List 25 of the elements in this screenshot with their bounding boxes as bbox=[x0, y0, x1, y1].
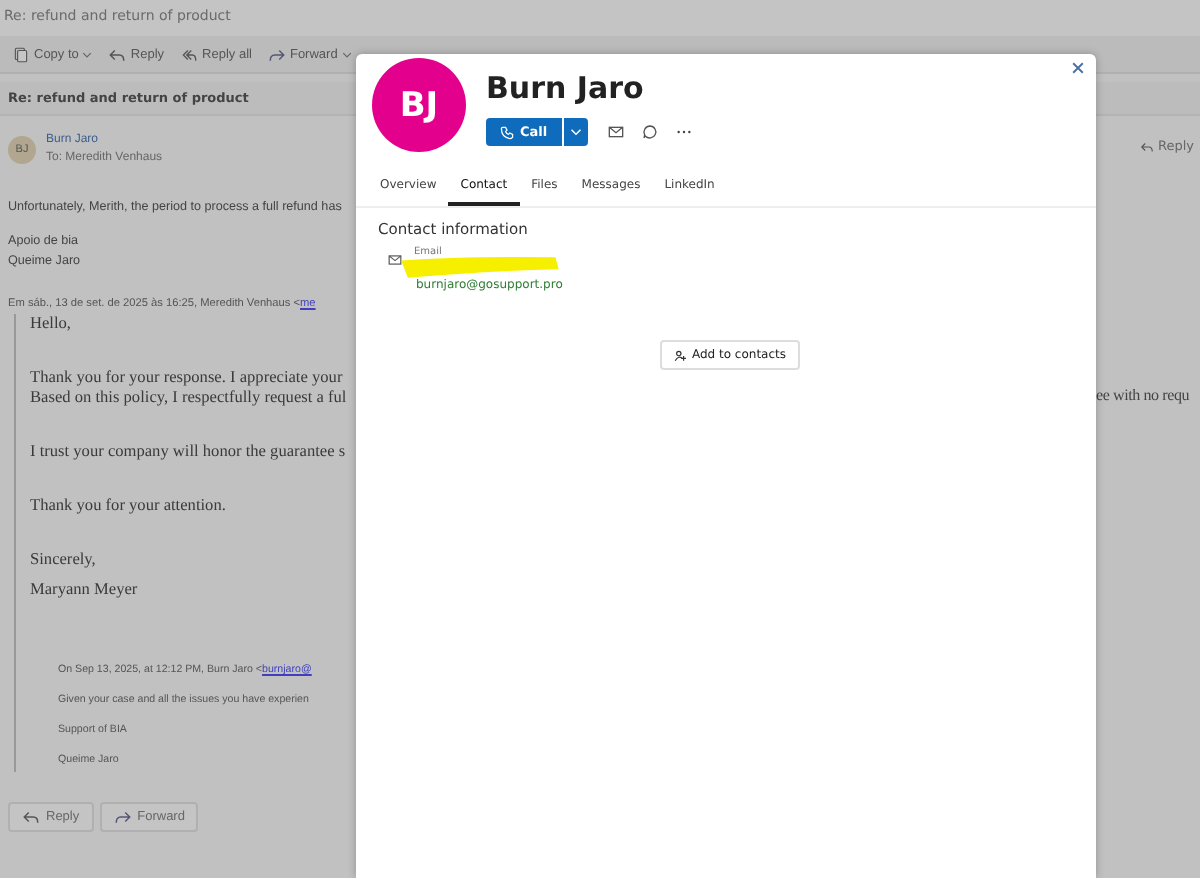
quoted-text: Hello, bbox=[30, 314, 74, 334]
mail-icon bbox=[388, 254, 402, 266]
quoted-text: Sincerely, bbox=[30, 550, 98, 570]
chat-icon[interactable] bbox=[641, 124, 658, 140]
chevron-icon bbox=[82, 49, 93, 59]
dropdown-button[interactable] bbox=[561, 118, 588, 146]
quoted-text: I trust your company will honor the guarantee s bbox=[30, 442, 348, 462]
forward-icon bbox=[113, 808, 132, 826]
forward-icon bbox=[267, 45, 286, 63]
quoted-text: Thank you for your response. I appreciate your Based on this policy, I respectfully request a ful bbox=[30, 368, 349, 408]
reply-icon bbox=[22, 808, 40, 826]
avatar: BJ bbox=[372, 58, 466, 152]
quoted-text: ee with no requ bbox=[1096, 386, 1192, 404]
close-icon[interactable] bbox=[1070, 60, 1086, 76]
person-add-icon bbox=[673, 349, 686, 361]
quoted-text: Maryann Meyer bbox=[30, 580, 140, 600]
chevron-icon bbox=[341, 49, 352, 59]
reply-icon bbox=[1140, 139, 1154, 153]
reply-all-icon bbox=[180, 45, 199, 63]
mail-icon[interactable] bbox=[607, 124, 624, 140]
copy-icon bbox=[12, 45, 30, 63]
quoted-text: Thank you for your attention. bbox=[30, 496, 228, 516]
phone-icon bbox=[500, 125, 514, 139]
reply-icon bbox=[108, 45, 127, 63]
chevron-icon bbox=[569, 126, 582, 138]
